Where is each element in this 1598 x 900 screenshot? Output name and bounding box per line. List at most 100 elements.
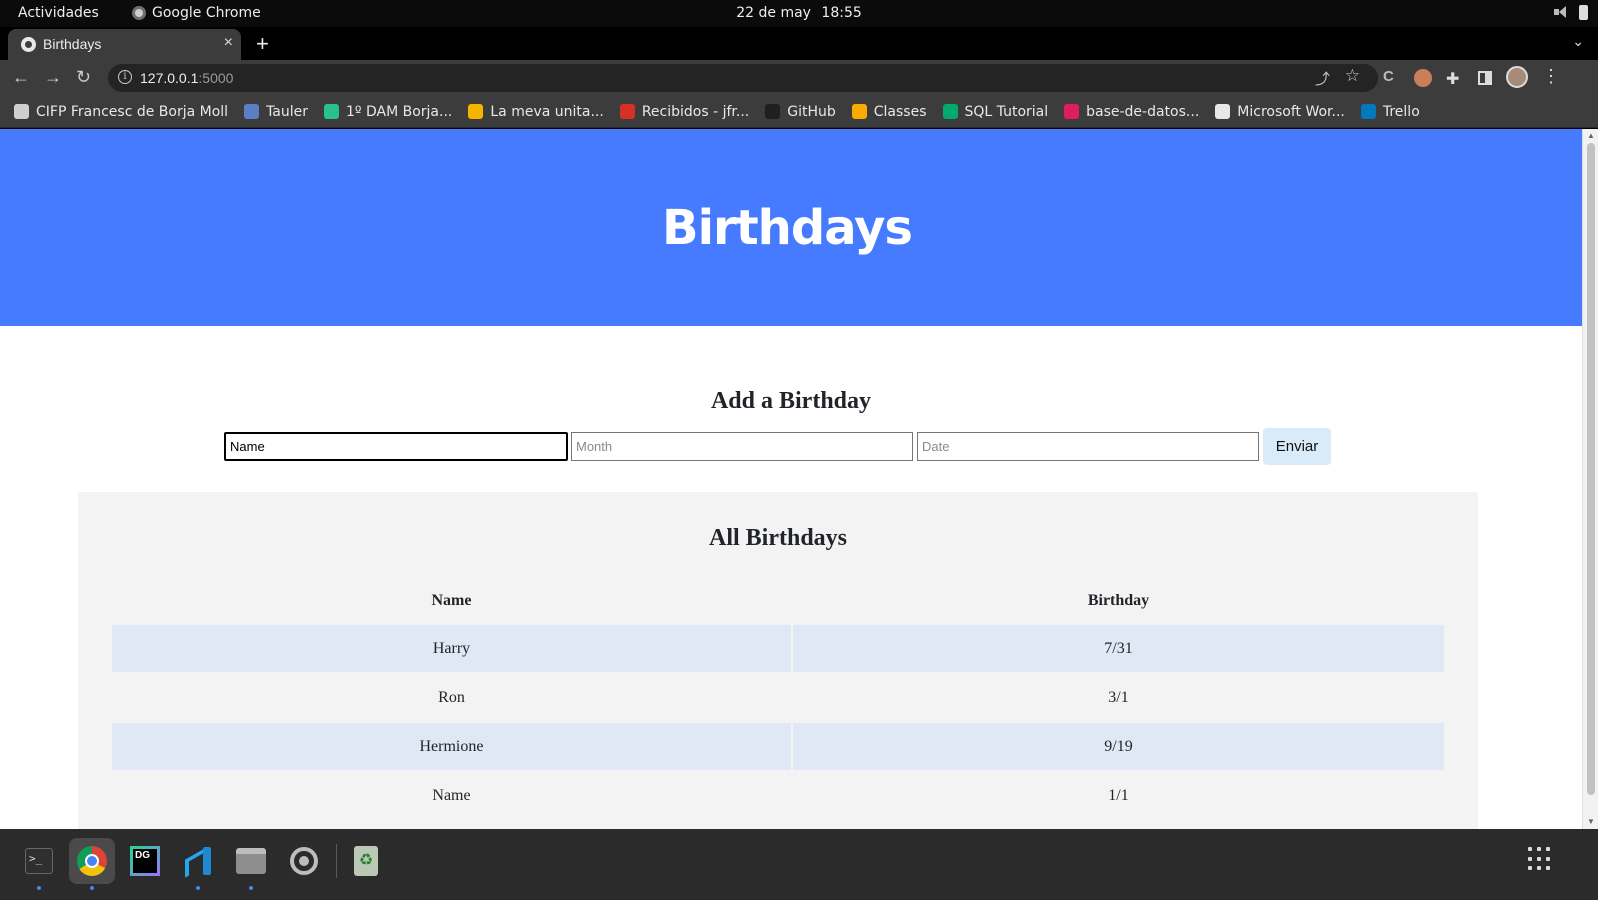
gmail-icon — [619, 104, 635, 119]
bookmark-label: base-de-datos... — [1086, 103, 1200, 120]
github-icon — [765, 104, 781, 119]
bookmark-item[interactable]: base-de-datos... — [1064, 104, 1199, 120]
close-tab-icon[interactable]: × — [224, 34, 233, 52]
dock-chrome[interactable] — [69, 838, 115, 890]
dock-terminal[interactable]: >_ — [16, 838, 62, 890]
bookmark-item[interactable]: GitHub — [765, 104, 836, 120]
battery-icon — [1579, 4, 1588, 20]
dock-vscode[interactable] — [175, 838, 221, 890]
bookmark-label: SQL Tutorial — [964, 103, 1049, 120]
system-tray[interactable] — [1553, 4, 1588, 20]
submit-button[interactable]: Enviar — [1263, 428, 1331, 465]
bookmark-star-icon[interactable]: ☆ — [1345, 66, 1360, 86]
date-input[interactable] — [917, 432, 1259, 461]
page-title: Birthdays — [662, 199, 913, 256]
running-indicator — [90, 886, 94, 890]
globe-icon — [1215, 104, 1231, 119]
scroll-thumb[interactable] — [1587, 143, 1595, 795]
settings-icon — [290, 847, 318, 875]
running-indicator — [196, 886, 200, 890]
birthdays-table: Name Birthday Harry 7/31 Ron 3/1 Hermion… — [110, 576, 1446, 821]
web-content: Birthdays Add a Birthday Enviar All Birt… — [0, 129, 1582, 829]
system-top-bar: Actividades Google Chrome 22 de may 18:5… — [0, 0, 1598, 27]
address-bar[interactable]: i 127.0.0.1:5000 ⤴ ☆ — [108, 64, 1378, 92]
clock[interactable]: 22 de may 18:55 — [0, 5, 1598, 21]
show-applications-grid-icon[interactable] — [1528, 847, 1552, 871]
clock-date: 22 de may — [736, 5, 811, 21]
column-header-birthday: Birthday — [1087, 591, 1150, 609]
page-scrollbar[interactable]: ▲ ▼ — [1582, 129, 1598, 829]
dock-separator — [336, 844, 337, 878]
google-classroom-icon — [851, 104, 867, 119]
globe-favicon-icon — [21, 37, 36, 52]
dock-trash[interactable]: ♻ — [343, 838, 389, 884]
table-row: Harry 7/31 — [112, 625, 1444, 672]
tab-birthdays[interactable]: Birthdays × — [8, 29, 241, 60]
extension-c-icon[interactable]: C — [1383, 68, 1401, 86]
dock-settings[interactable] — [281, 838, 327, 884]
chrome-menu-icon[interactable]: ⋮ — [1542, 66, 1560, 87]
tauler-icon — [244, 104, 260, 119]
dock-datagrip[interactable]: DG — [122, 838, 168, 884]
site-info-icon[interactable]: i — [118, 70, 132, 84]
cell-birthday: 3/1 — [1108, 688, 1129, 706]
bookmark-label: GitHub — [787, 103, 836, 120]
files-icon — [236, 848, 266, 874]
cell-name: Ron — [438, 688, 465, 706]
table-row: Name 1/1 — [112, 772, 1444, 819]
bookmark-label: Microsoft Wor... — [1237, 103, 1345, 120]
all-birthdays-heading: All Birthdays — [708, 525, 848, 551]
bookmark-label: La meva unita... — [490, 103, 604, 120]
bookmark-item[interactable]: CIFP Francesc de Borja Moll — [14, 104, 228, 120]
bookmark-label: Classes — [873, 103, 927, 120]
bookmark-label: Trello — [1382, 103, 1420, 120]
folder-icon — [14, 104, 29, 119]
trello-icon — [1360, 104, 1376, 119]
volume-muted-icon — [1553, 4, 1569, 20]
bookmark-item[interactable]: Trello — [1360, 103, 1420, 120]
birthdays-list-section: All Birthdays Name Birthday Harry 7/31 R… — [78, 492, 1478, 829]
bookmark-item[interactable]: Tauler — [244, 104, 308, 120]
running-indicator — [249, 886, 253, 890]
vscode-icon — [183, 846, 213, 876]
table-header-row: Name Birthday — [112, 578, 1444, 623]
extensions-puzzle-icon[interactable]: ✚ — [1446, 69, 1464, 88]
table-row: Ron 3/1 — [112, 674, 1444, 721]
tab-title: Birthdays — [43, 36, 102, 52]
browser-toolbar: ← → ↻ i 127.0.0.1:5000 ⤴ ☆ C ✚ ⋮ — [0, 60, 1598, 96]
bookmark-item[interactable]: 1º DAM Borja... — [324, 104, 452, 120]
profile-avatar[interactable] — [1506, 66, 1528, 88]
w3schools-icon — [942, 104, 958, 119]
tab-search-chevron-icon[interactable]: ⌄ — [1572, 33, 1584, 50]
scroll-down-arrow-icon[interactable]: ▼ — [1587, 817, 1595, 826]
datagrip-icon: DG — [130, 846, 160, 876]
name-input[interactable] — [224, 432, 568, 461]
table-row: Hermione 9/19 — [112, 723, 1444, 770]
back-button[interactable]: ← — [12, 67, 30, 88]
bookmark-item[interactable]: Classes — [851, 103, 927, 120]
bookmark-item[interactable]: Microsoft Wor... — [1215, 104, 1345, 120]
cell-name: Harry — [112, 625, 791, 672]
extension-owl-icon[interactable] — [1414, 69, 1432, 87]
forward-button[interactable]: → — [44, 67, 62, 88]
reload-button[interactable]: ↻ — [76, 67, 91, 88]
running-indicator — [37, 886, 41, 890]
clock-time: 18:55 — [821, 5, 862, 21]
page-header: Birthdays — [0, 129, 1582, 326]
cell-birthday: 1/1 — [1108, 786, 1129, 804]
month-input[interactable] — [571, 432, 913, 461]
chrome-icon — [77, 846, 107, 876]
scroll-up-arrow-icon[interactable]: ▲ — [1587, 131, 1595, 140]
side-panel-icon[interactable] — [1478, 71, 1492, 85]
tab-strip: Birthdays × + ⌄ — [0, 27, 1598, 60]
bookmark-item[interactable]: Recibidos - jfr... — [619, 104, 749, 120]
bookmark-label: CIFP Francesc de Borja Moll — [36, 103, 229, 120]
cell-name: Name — [432, 786, 471, 804]
share-icon[interactable]: ⤴ — [1315, 68, 1330, 89]
bookmark-item[interactable]: SQL Tutorial — [942, 103, 1049, 120]
dock-files[interactable] — [228, 838, 274, 890]
new-tab-button[interactable]: + — [256, 31, 269, 57]
trash-icon: ♻ — [354, 846, 378, 876]
url-text[interactable]: 127.0.0.1:5000 — [140, 70, 233, 86]
bookmark-item[interactable]: La meva unita... — [468, 103, 604, 120]
